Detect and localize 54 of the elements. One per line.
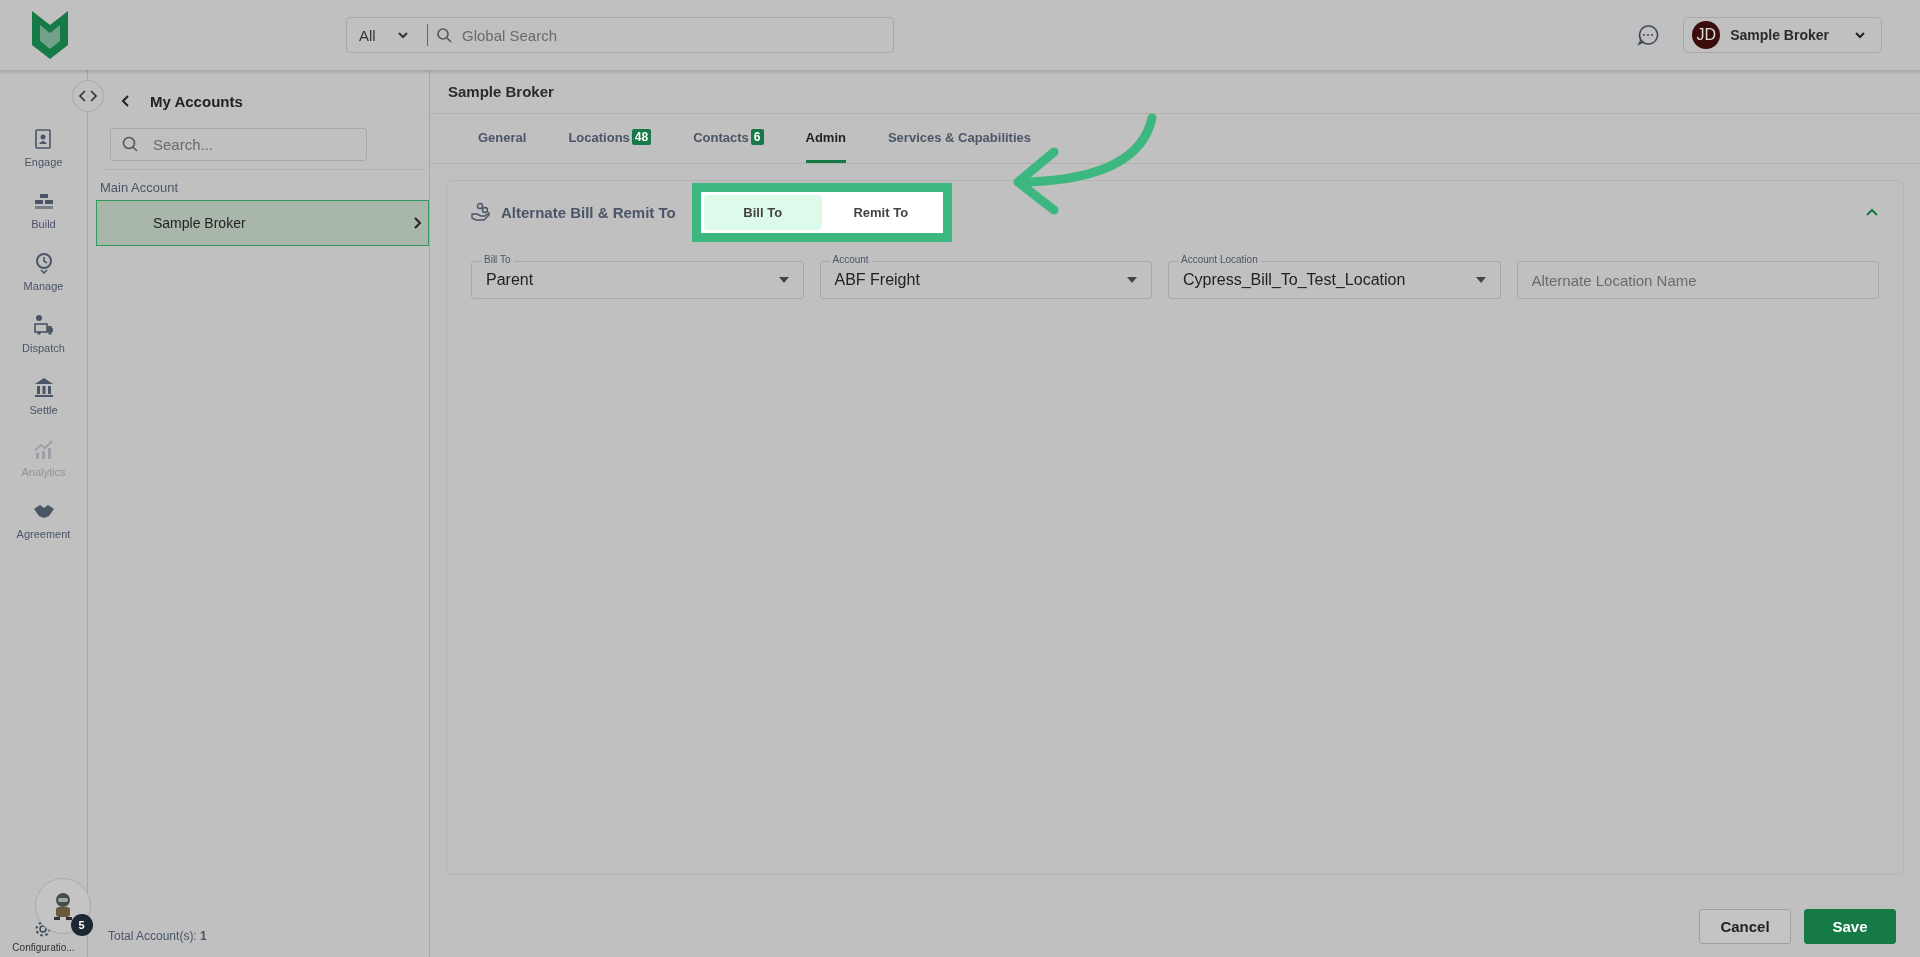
account-search-field[interactable]: Search... bbox=[110, 128, 367, 161]
chevron-up-icon[interactable] bbox=[1865, 207, 1879, 217]
user-name: Sample Broker bbox=[1730, 27, 1829, 43]
nav-item[interactable]: Settle bbox=[16, 376, 71, 416]
section-title: Alternate Bill & Remit To bbox=[501, 203, 676, 221]
nav-label: Agreement bbox=[16, 528, 71, 540]
code-brackets-icon bbox=[79, 89, 97, 103]
nav-item[interactable]: Manage bbox=[16, 252, 71, 292]
count-badge: 48 bbox=[631, 129, 652, 145]
user-menu-button[interactable]: JD Sample Broker bbox=[1683, 17, 1882, 53]
user-avatar: JD bbox=[1692, 21, 1721, 49]
page-title: Sample Broker bbox=[430, 70, 1920, 114]
tab[interactable]: Contacts 6 bbox=[693, 114, 764, 163]
tab[interactable]: General bbox=[478, 114, 527, 163]
assistant-button[interactable] bbox=[34, 878, 91, 934]
nav-item[interactable]: Agreement bbox=[16, 500, 71, 540]
nav-item[interactable]: Engage bbox=[16, 128, 71, 168]
tab[interactable]: Locations 48 bbox=[568, 114, 652, 163]
chat-icon[interactable] bbox=[1637, 24, 1660, 46]
nav-label: Dispatch bbox=[22, 342, 65, 354]
tab[interactable]: Services & Capabilities bbox=[887, 114, 1032, 163]
logo-icon bbox=[30, 9, 70, 61]
cancel-button[interactable]: Cancel bbox=[1699, 908, 1791, 944]
search-icon bbox=[436, 27, 452, 43]
nav-label: Manage bbox=[23, 280, 64, 292]
nav-label: Engage bbox=[24, 156, 63, 168]
total-count: Total Account(s): 1 bbox=[107, 929, 208, 945]
nav-item[interactable]: Dispatch bbox=[16, 314, 71, 354]
save-button[interactable]: Save bbox=[1804, 908, 1896, 944]
settings-icon bbox=[34, 920, 53, 938]
hand-coins-icon bbox=[471, 202, 491, 222]
truck-icon bbox=[32, 314, 55, 336]
scope-dropdown[interactable]: All bbox=[359, 26, 419, 44]
nav-label: Build bbox=[31, 218, 56, 230]
tab[interactable]: Admin bbox=[805, 114, 846, 163]
collapse-toggle[interactable] bbox=[72, 80, 104, 112]
dropdown-caret-icon bbox=[1475, 277, 1486, 283]
input-field[interactable]: Alternate Location Name bbox=[1516, 261, 1879, 299]
nav-label: Settle bbox=[29, 404, 58, 416]
dropdown-caret-icon bbox=[778, 277, 789, 283]
nav-item[interactable]: Build bbox=[16, 190, 71, 230]
group-label: Main Account bbox=[100, 180, 180, 195]
panel-title: My Accounts bbox=[150, 92, 243, 110]
count-badge: 6 bbox=[750, 129, 764, 145]
chart-icon bbox=[32, 438, 55, 460]
back-icon[interactable] bbox=[120, 94, 132, 108]
bank-icon bbox=[32, 376, 55, 398]
global-search-field[interactable]: All Global Search bbox=[346, 17, 894, 53]
account-item[interactable]: Sample Broker bbox=[96, 200, 429, 246]
dropdown-caret-icon bbox=[1127, 277, 1137, 283]
search-input[interactable]: Global Search bbox=[460, 25, 881, 45]
chevron-right-icon bbox=[412, 216, 422, 230]
segment-button[interactable]: Bill To bbox=[703, 194, 822, 230]
search-icon bbox=[122, 136, 138, 152]
